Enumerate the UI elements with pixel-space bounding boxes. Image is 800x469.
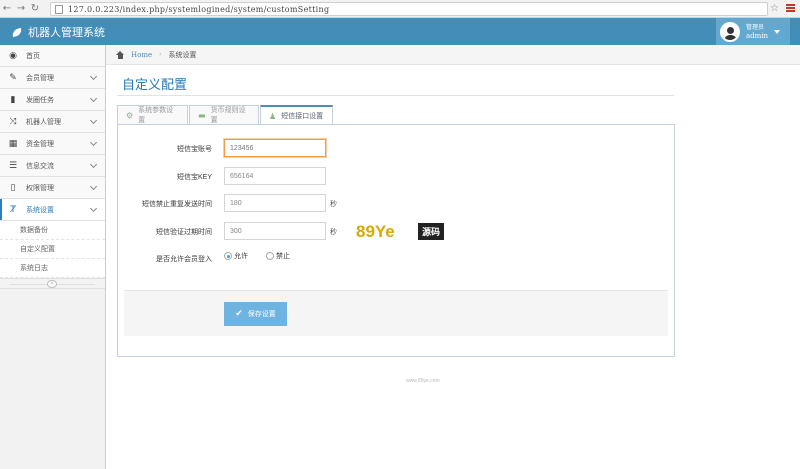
sidebar-item-label: 首页	[26, 52, 40, 60]
sidebar-collapse-bar: «	[0, 278, 105, 289]
tab-label: 货币规则设置	[210, 107, 246, 124]
chevron-down-icon	[89, 204, 98, 213]
user-icon: ♟	[269, 111, 277, 121]
breadcrumb-separator: ›	[159, 51, 162, 58]
sms-key-input[interactable]: 656164	[224, 167, 326, 185]
watermark-url: www.89ye.com	[406, 378, 440, 384]
sms-account-label: 短信宝账号	[177, 146, 212, 153]
watermark-logo: 89Ye 源码	[356, 222, 444, 244]
sidebar: ◉ 首页 ✎ 会员管理 ▮ 发圈任务 ⤨ 机器人管理 ▦ 资金管理 ☰ 信息交流…	[0, 45, 106, 469]
bookmark-star-icon[interactable]: ☆	[770, 3, 779, 14]
radio-allow[interactable]	[224, 252, 232, 260]
collapse-sidebar-icon[interactable]: «	[47, 280, 57, 288]
allow-login-label: 是否允许会员登入	[156, 256, 212, 263]
browser-toolbar: ← → ↻ 127.0.0.223/index.php/systemlogine…	[0, 0, 800, 18]
home-icon	[116, 50, 125, 59]
breadcrumb-home-link[interactable]: Home	[131, 51, 152, 59]
watermark-text: 89Ye	[356, 222, 395, 241]
chevron-down-icon	[89, 94, 98, 103]
dashboard-icon: ◉	[9, 50, 17, 61]
sidebar-item-members[interactable]: ✎ 会员管理	[0, 67, 105, 89]
radio-deny-label[interactable]: 禁止	[276, 251, 290, 261]
edit-icon: ✎	[9, 72, 17, 83]
allow-login-radio-group: 允许 禁止	[224, 251, 308, 261]
sms-expire-input[interactable]: 300	[224, 222, 326, 240]
sms-expire-label: 短信验证过期时间	[156, 229, 212, 236]
app-header: 机器人管理系统 管理员 admin	[0, 18, 800, 45]
page-icon	[55, 4, 63, 14]
browser-menu-icon[interactable]	[786, 4, 795, 13]
sidebar-item-permissions[interactable]: ▯ 权限管理	[0, 177, 105, 199]
book-icon: ▮	[10, 94, 16, 105]
radio-deny[interactable]	[266, 252, 274, 260]
chevron-down-icon	[89, 138, 98, 147]
user-name: admin	[746, 31, 769, 40]
chevron-down-icon	[89, 182, 98, 191]
file-icon: ▯	[10, 182, 16, 193]
chevron-down-icon	[89, 160, 98, 169]
sidebar-subitem-logs[interactable]: 系统日志	[0, 259, 105, 278]
url-text: 127.0.0.223/index.php/systemlogined/syst…	[68, 4, 330, 14]
sidebar-item-label: 信息交流	[26, 162, 54, 170]
sidebar-item-home[interactable]: ◉ 首页	[0, 45, 105, 67]
save-settings-button[interactable]: ✔ 保存设置	[224, 302, 287, 326]
seconds-unit: 秒	[330, 229, 337, 236]
chevron-down-icon	[89, 72, 98, 81]
chevron-down-icon	[89, 116, 98, 125]
breadcrumb-current: 系统设置	[168, 51, 197, 59]
caret-down-icon	[774, 29, 781, 34]
sidebar-item-label: 系统设置	[26, 206, 54, 214]
shuffle-icon: ⤨	[9, 116, 17, 127]
sidebar-item-funds[interactable]: ▦ 资金管理	[0, 133, 105, 155]
seconds-unit: 秒	[330, 201, 337, 208]
watermark-box: 源码	[418, 223, 444, 240]
tab-sms-interface[interactable]: ♟ 短信接口设置	[260, 105, 333, 125]
sidebar-item-label: 机器人管理	[26, 118, 61, 126]
cogs-icon: ⚙	[126, 110, 134, 120]
user-role: 管理员	[746, 24, 765, 31]
sidebar-item-label: 资金管理	[26, 140, 54, 148]
calendar-icon: ▦	[8, 138, 18, 149]
list-icon: ☰	[8, 160, 18, 171]
settings-tabs: ⚙ 系统参数设置 ▬ 货币规则设置 ♟ 短信接口设置	[117, 105, 334, 125]
tab-label: 系统参数设置	[138, 107, 174, 124]
forward-arrow-icon[interactable]: →	[14, 0, 28, 18]
sms-resend-ban-label: 短信禁止重复发送时间	[142, 201, 212, 208]
title-divider	[117, 95, 674, 96]
check-icon: ✔	[235, 309, 243, 319]
radio-allow-label[interactable]: 允许	[234, 251, 248, 261]
sidebar-item-label: 发圈任务	[26, 96, 54, 104]
address-bar[interactable]: 127.0.0.223/index.php/systemlogined/syst…	[50, 2, 768, 16]
tab-label: 短信接口设置	[281, 113, 324, 120]
leaf-icon	[11, 27, 23, 37]
sidebar-item-messages[interactable]: ☰ 信息交流	[0, 155, 105, 177]
breadcrumb: Home › 系统设置	[106, 45, 800, 65]
sidebar-item-robots[interactable]: ⤨ 机器人管理	[0, 111, 105, 133]
reload-icon[interactable]: ↻	[28, 0, 42, 18]
user-menu[interactable]: 管理员 admin	[716, 18, 790, 45]
text-width-icon: Ⱦ	[10, 204, 16, 215]
tab-currency-rules[interactable]: ▬ 货币规则设置	[189, 105, 259, 124]
sidebar-item-label: 权限管理	[26, 184, 54, 192]
sidebar-subitem-backup[interactable]: 数据备份	[0, 221, 105, 240]
sidebar-subitem-custom-config[interactable]: 自定义配置	[0, 240, 105, 259]
back-arrow-icon[interactable]: ←	[0, 0, 14, 18]
save-button-label: 保存设置	[247, 311, 276, 318]
sms-account-input[interactable]: 123456	[224, 139, 326, 157]
sidebar-item-tasks[interactable]: ▮ 发圈任务	[0, 89, 105, 111]
app-brand[interactable]: 机器人管理系统	[11, 24, 105, 40]
avatar	[720, 21, 740, 42]
sms-resend-ban-input[interactable]: 180	[224, 194, 326, 212]
sms-key-label: 短信宝KEY	[176, 174, 212, 181]
credit-card-icon: ▬	[198, 110, 206, 120]
form-actions: ✔ 保存设置	[124, 290, 668, 336]
tab-system-params[interactable]: ⚙ 系统参数设置	[117, 105, 188, 124]
sidebar-item-label: 会员管理	[26, 74, 54, 82]
app-title: 机器人管理系统	[28, 27, 105, 39]
page-title: 自定义配置	[122, 77, 188, 92]
sidebar-item-settings[interactable]: Ⱦ 系统设置	[0, 199, 105, 221]
